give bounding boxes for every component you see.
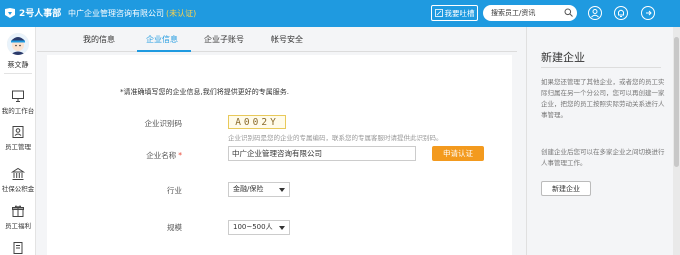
- top-bar: 2号人事部 中广企业管理咨询有限公司 (未认证) 我要吐槽 搜索员工/资讯: [0, 0, 680, 27]
- apply-verification-button[interactable]: 申请认证: [432, 146, 484, 161]
- app-name: 2号人事部: [19, 9, 62, 19]
- tab-my-info[interactable]: 我的信息: [83, 34, 115, 45]
- search-input[interactable]: 搜索员工/资讯: [483, 5, 577, 21]
- sidebar-item-label: 我的工作台: [1, 107, 35, 115]
- sidebar-item-label: 员工福利: [5, 222, 31, 230]
- document-icon: [13, 242, 23, 254]
- tab-bar: 我的信息 企业信息 企业子账号 帐号安全: [37, 27, 517, 52]
- name-label: 企业名称 *: [92, 150, 182, 161]
- form-notice: *请准确填写您的企业信息,我们将提供更好的专属服务.: [120, 88, 289, 96]
- required-mark: *: [178, 151, 182, 160]
- logo-icon: [5, 7, 15, 18]
- chevron-down-icon: [279, 226, 285, 230]
- sidebar-item-benefits[interactable]: 员工福利: [0, 204, 36, 230]
- tab-account-security[interactable]: 帐号安全: [271, 34, 303, 45]
- active-tab-indicator: [137, 50, 191, 52]
- scrollbar[interactable]: [673, 27, 680, 255]
- avatar[interactable]: [7, 33, 29, 55]
- verification-status: (未认证): [166, 9, 197, 18]
- industry-value: 金融/保险: [233, 185, 264, 193]
- chevron-down-icon: [279, 188, 285, 192]
- panel-description: 如果您还管理了其他企业，或者您的员工实际归属在另一个分公司，您可以再创建一家企业…: [541, 78, 665, 119]
- company-name[interactable]: 中广企业管理咨询有限公司 (未认证): [68, 8, 196, 19]
- industry-select[interactable]: 金融/保险: [228, 182, 290, 197]
- panel-note: 创建企业后您可以在多家企业之间切换进行人事管理工作。: [541, 148, 665, 167]
- user-center-icon[interactable]: [587, 5, 603, 21]
- new-company-panel: 新建企业 如果您还管理了其他企业，或者您的员工实际归属在另一个分公司，您可以再创…: [526, 27, 671, 255]
- notification-bell-icon[interactable]: [613, 5, 629, 21]
- sidebar-item-employees[interactable]: 员工管理: [0, 125, 36, 151]
- tab-company-info[interactable]: 企业信息: [146, 34, 178, 45]
- logout-icon[interactable]: [640, 5, 656, 21]
- name-label-text: 企业名称: [146, 151, 177, 160]
- search-icon[interactable]: [564, 8, 573, 17]
- sidebar-item-social-security[interactable]: 社保公积金: [0, 167, 36, 193]
- new-company-button[interactable]: 新建企业: [541, 181, 591, 196]
- scale-label: 规模: [167, 223, 182, 232]
- company-code-badge: A002Y: [228, 115, 286, 129]
- bank-icon: [11, 167, 25, 180]
- sidebar-item-workbench[interactable]: 我的工作台: [0, 89, 36, 115]
- sidebar-item-label: 员工管理: [5, 143, 31, 151]
- panel-divider: [541, 67, 661, 68]
- gift-icon: [12, 205, 24, 217]
- sidebar-item-more[interactable]: [0, 241, 36, 255]
- code-hint: 企业识别码是您的企业的专属编码，联系您的专属客服时请提供此识别码。: [228, 134, 443, 142]
- feedback-button[interactable]: 我要吐槽: [431, 5, 478, 21]
- code-label: 企业识别码: [144, 119, 183, 128]
- edit-icon: [434, 9, 443, 17]
- scroll-thumb[interactable]: [674, 37, 679, 167]
- company-title: 中广企业管理咨询有限公司: [68, 9, 164, 18]
- panel-title: 新建企业: [541, 51, 585, 64]
- scale-value: 100~500人: [233, 223, 273, 231]
- sidebar-divider: [4, 73, 32, 74]
- avatar-image: [7, 33, 29, 55]
- feedback-label: 我要吐槽: [444, 8, 475, 18]
- company-info-form: *请准确填写您的企业信息,我们将提供更好的专属服务. 企业识别码 A002Y 企…: [47, 55, 512, 255]
- scale-select[interactable]: 100~500人: [228, 220, 290, 235]
- company-name-field[interactable]: 中广企业管理咨询有限公司: [228, 146, 416, 161]
- username[interactable]: 蔡文静: [0, 60, 36, 70]
- app-logo[interactable]: 2号人事部: [4, 6, 61, 19]
- users-icon: [12, 126, 24, 138]
- sidebar-item-label: 社保公积金: [1, 185, 35, 193]
- industry-label: 行业: [167, 186, 182, 195]
- sidebar: 蔡文静 我的工作台 员工管理 社保公积金 员工福利: [0, 27, 36, 255]
- tab-sub-accounts[interactable]: 企业子账号: [204, 34, 244, 45]
- monitor-icon: [12, 90, 24, 102]
- search-placeholder: 搜索员工/资讯: [491, 9, 536, 17]
